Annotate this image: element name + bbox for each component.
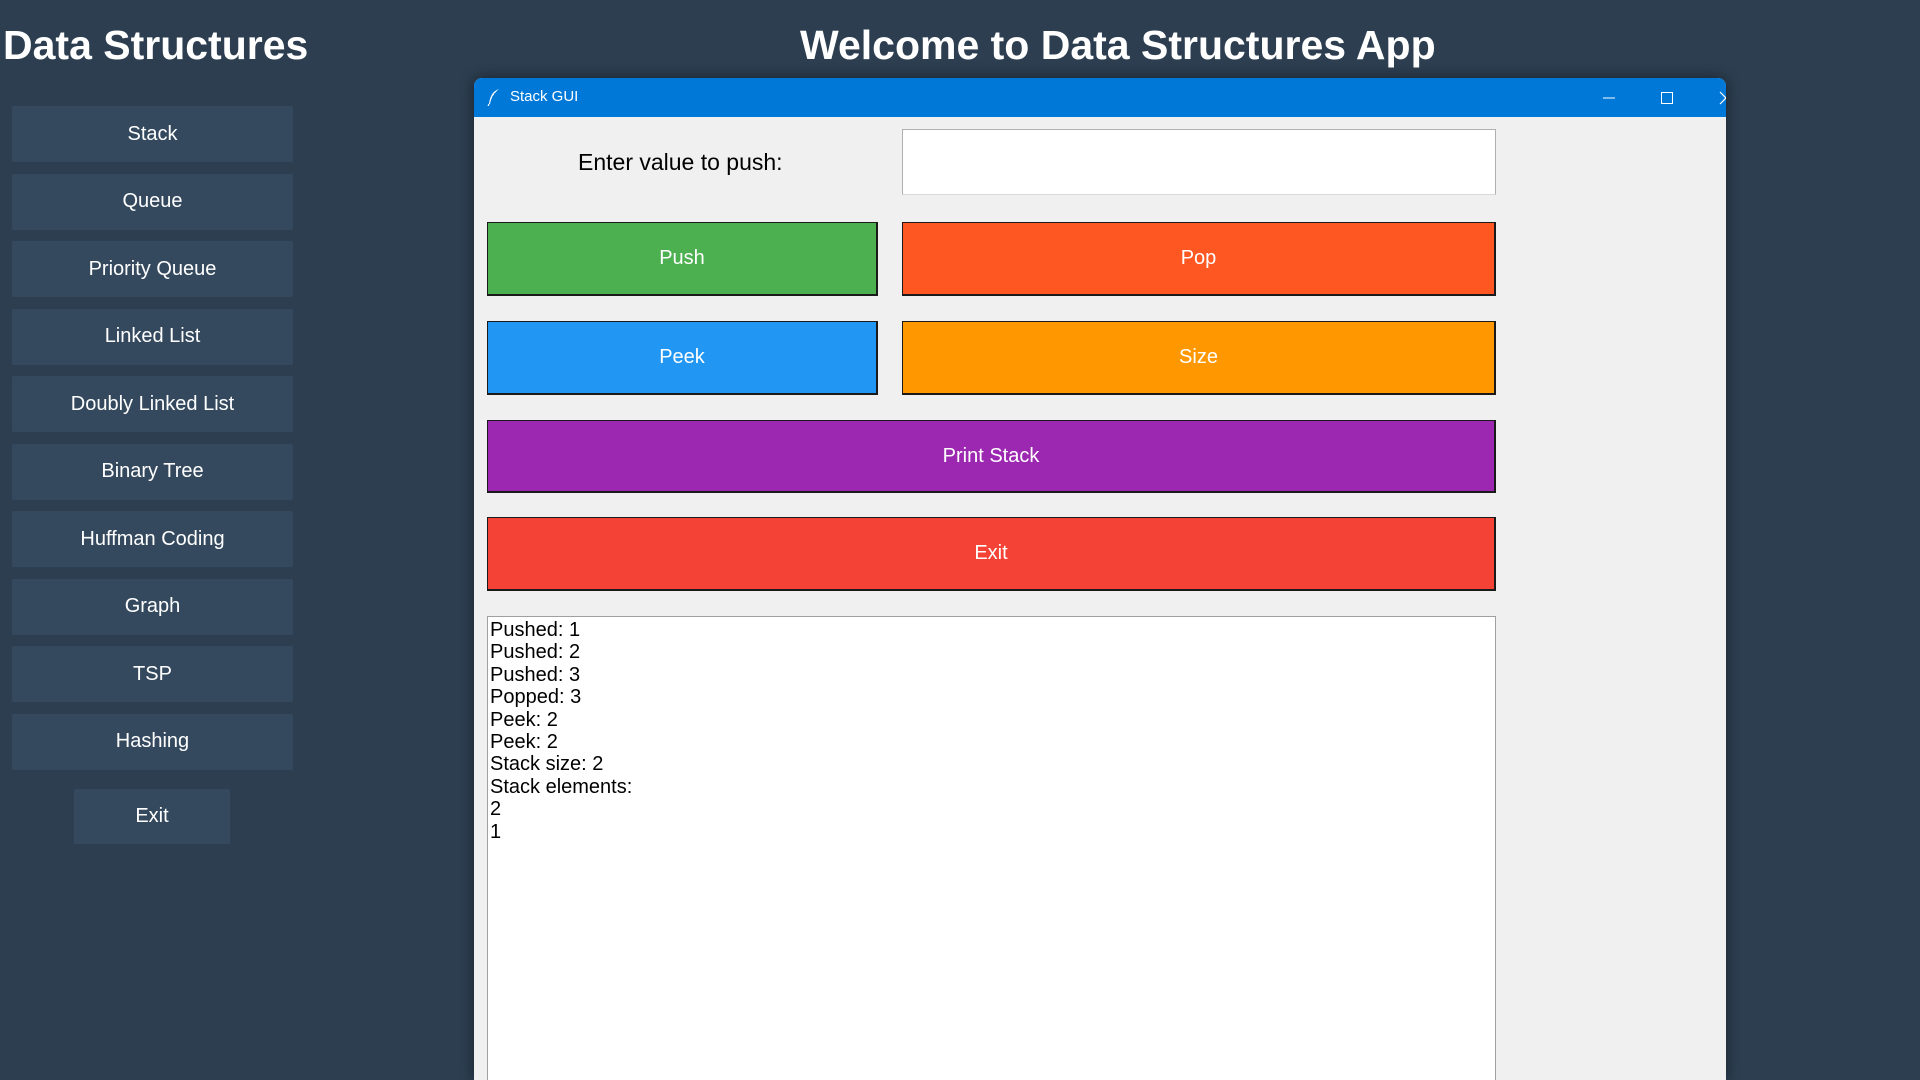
sidebar-item-linked-list[interactable]: Linked List — [12, 308, 293, 365]
sidebar: Stack Queue Priority Queue Linked List D… — [12, 106, 293, 781]
sidebar-item-huffman-coding[interactable]: Huffman Coding — [12, 511, 293, 567]
minimize-button[interactable] — [1580, 78, 1638, 117]
app-title: Data Structures — [3, 22, 309, 68]
sidebar-item-tsp[interactable]: TSP — [12, 646, 293, 702]
output-textarea[interactable]: Pushed: 1 Pushed: 2 Pushed: 3 Popped: 3 … — [487, 616, 1496, 1080]
output-line: Stack elements: — [490, 775, 633, 798]
pop-button[interactable]: Pop — [902, 222, 1496, 296]
stack-gui-window: Stack GUI Enter value to push: Push Pop … — [474, 78, 1726, 1080]
output-line: Peek: 2 — [490, 731, 558, 754]
output-line: Pushed: 1 — [490, 619, 581, 641]
sidebar-item-stack[interactable]: Stack — [12, 106, 293, 162]
sidebar-item-queue[interactable]: Queue — [12, 173, 293, 230]
sidebar-item-binary-tree[interactable]: Binary Tree — [12, 443, 293, 500]
output-line: 2 — [490, 798, 502, 821]
minimize-icon — [1603, 97, 1615, 98]
close-icon — [1719, 91, 1726, 104]
close-button[interactable] — [1697, 78, 1726, 117]
sidebar-exit-button[interactable]: Exit — [74, 789, 230, 844]
maximize-button[interactable] — [1638, 78, 1696, 117]
sidebar-item-graph[interactable]: Graph — [12, 578, 293, 635]
stack-exit-button[interactable]: Exit — [487, 517, 1496, 591]
size-button[interactable]: Size — [902, 321, 1496, 395]
sidebar-item-doubly-linked-list[interactable]: Doubly Linked List — [12, 376, 293, 432]
feather-icon — [487, 88, 501, 107]
sidebar-item-priority-queue[interactable]: Priority Queue — [12, 241, 293, 297]
peek-button[interactable]: Peek — [487, 321, 878, 395]
window-title: Stack GUI — [510, 88, 579, 105]
push-button[interactable]: Push — [487, 222, 878, 296]
output-line: Popped: 3 — [490, 686, 582, 709]
sidebar-item-hashing[interactable]: Hashing — [12, 713, 293, 770]
output-line: Pushed: 2 — [490, 641, 581, 664]
welcome-title: Welcome to Data Structures App — [800, 22, 1436, 68]
output-line: Stack size: 2 — [490, 753, 604, 776]
output-line: Peek: 2 — [490, 708, 558, 731]
window-titlebar[interactable]: Stack GUI — [474, 78, 1726, 117]
output-line: 1 — [490, 820, 502, 843]
maximize-icon — [1661, 91, 1673, 104]
push-value-input[interactable] — [902, 129, 1496, 195]
push-value-label: Enter value to push: — [578, 149, 783, 175]
output-line: Pushed: 3 — [490, 663, 581, 686]
print-stack-button[interactable]: Print Stack — [487, 420, 1496, 493]
